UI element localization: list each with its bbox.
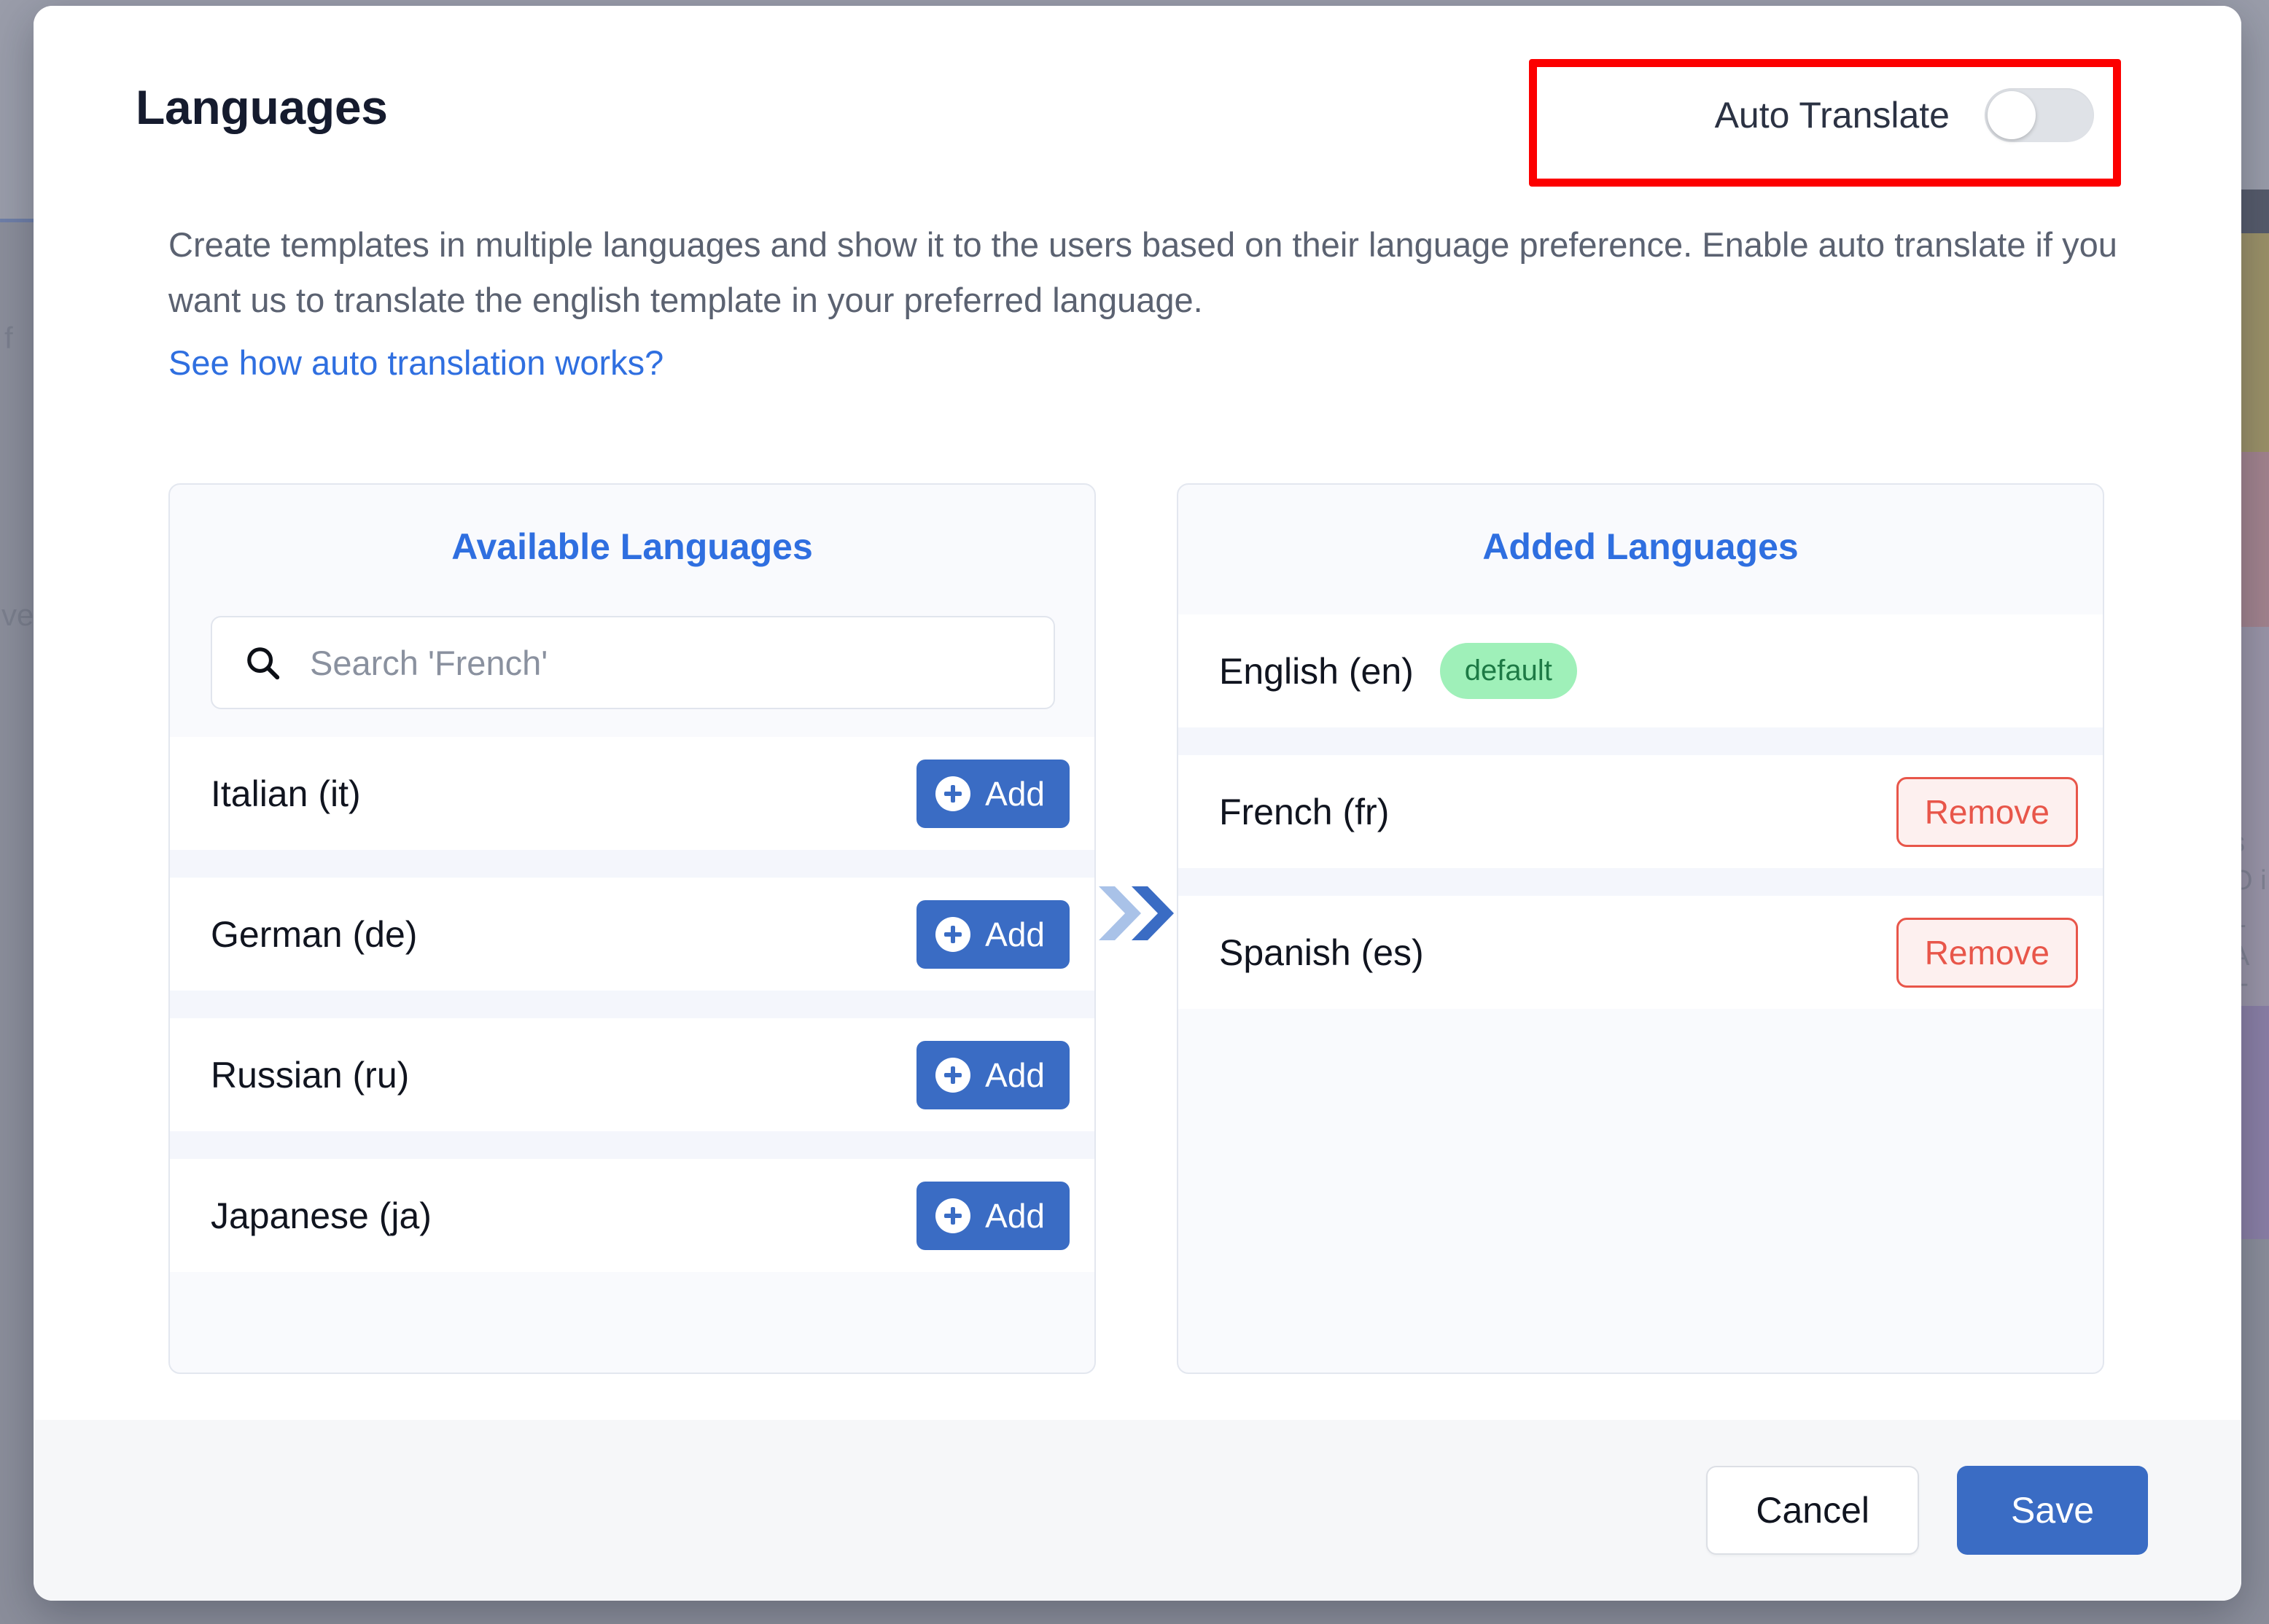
- add-button-label: Add: [985, 774, 1045, 813]
- added-language-row: Spanish (es) Remove: [1178, 896, 2103, 1009]
- language-name: Japanese (ja): [211, 1195, 432, 1237]
- add-language-button[interactable]: Add: [916, 760, 1070, 828]
- page-title: Languages: [136, 79, 388, 135]
- plus-circle-icon: [935, 1058, 970, 1093]
- language-transfer-area: Available Languages Italian (it)AddGerma…: [168, 483, 2104, 1374]
- backdrop-ghost-text-2: ve: [1, 598, 34, 633]
- plus-circle-icon: [935, 1198, 970, 1233]
- language-name: Russian (ru): [211, 1054, 409, 1096]
- added-language-row: French (fr) Remove: [1178, 755, 2103, 868]
- default-badge: default: [1440, 643, 1577, 699]
- modal-description: Create templates in multiple languages a…: [168, 217, 2137, 328]
- added-languages-panel: Added Languages English (en) default Frenc…: [1177, 483, 2104, 1374]
- modal-body: Languages Auto Translate Create template…: [34, 6, 2241, 1420]
- double-chevron-right-icon: [1096, 870, 1177, 957]
- save-button[interactable]: Save: [1957, 1466, 2148, 1555]
- remove-language-button[interactable]: Remove: [1896, 918, 2078, 988]
- row-separator: [170, 991, 1094, 1018]
- row-separator: [170, 1131, 1094, 1159]
- remove-language-button[interactable]: Remove: [1896, 777, 2078, 847]
- add-button-label: Add: [985, 915, 1045, 954]
- available-languages-title: Available Languages: [170, 526, 1094, 568]
- language-name: German (de): [211, 913, 417, 956]
- language-name: Spanish (es): [1219, 932, 1424, 974]
- row-separator: [1178, 727, 2103, 755]
- add-language-button[interactable]: Add: [916, 1041, 1070, 1109]
- modal-footer: Cancel Save: [34, 1420, 2241, 1601]
- added-languages-title: Added Languages: [1178, 526, 2103, 568]
- plus-circle-icon: [935, 917, 970, 952]
- available-language-row: Italian (it) Add: [170, 737, 1094, 850]
- search-icon: [243, 643, 282, 682]
- row-separator: [1178, 868, 2103, 896]
- modal-header: Languages Auto Translate: [136, 75, 2139, 155]
- available-languages-panel: Available Languages Italian (it)AddGerma…: [168, 483, 1096, 1374]
- language-name-cell: French (fr): [1219, 791, 1389, 833]
- language-name-cell: Spanish (es): [1219, 932, 1424, 974]
- language-name-cell: English (en) default: [1219, 643, 1577, 699]
- add-button-label: Add: [985, 1196, 1045, 1235]
- languages-modal: Languages Auto Translate Create template…: [34, 6, 2241, 1601]
- row-separator: [170, 850, 1094, 878]
- cancel-button[interactable]: Cancel: [1706, 1466, 1919, 1555]
- available-language-row: Russian (ru) Add: [170, 1018, 1094, 1131]
- language-name: French (fr): [1219, 791, 1389, 833]
- add-button-label: Add: [985, 1055, 1045, 1095]
- added-language-row: English (en) default: [1178, 614, 2103, 727]
- add-language-button[interactable]: Add: [916, 900, 1070, 969]
- added-languages-list: English (en)defaultFrench (fr)RemoveSpan…: [1178, 614, 2103, 1373]
- available-languages-list: Italian (it)AddGerman (de)AddRussian (ru…: [170, 737, 1094, 1373]
- search-field[interactable]: [211, 616, 1055, 709]
- language-name: English (en): [1219, 650, 1414, 692]
- backdrop-ghost-text-1: f: [4, 321, 13, 356]
- available-language-row: German (de) Add: [170, 878, 1094, 991]
- plus-circle-icon: [935, 776, 970, 811]
- auto-translate-highlight-box: [1529, 59, 2121, 187]
- available-language-row: Japanese (ja) Add: [170, 1159, 1094, 1272]
- add-language-button[interactable]: Add: [916, 1182, 1070, 1250]
- language-name: Italian (it): [211, 773, 361, 815]
- see-how-auto-translation-works-link[interactable]: See how auto translation works?: [168, 343, 663, 383]
- search-input[interactable]: [310, 643, 966, 683]
